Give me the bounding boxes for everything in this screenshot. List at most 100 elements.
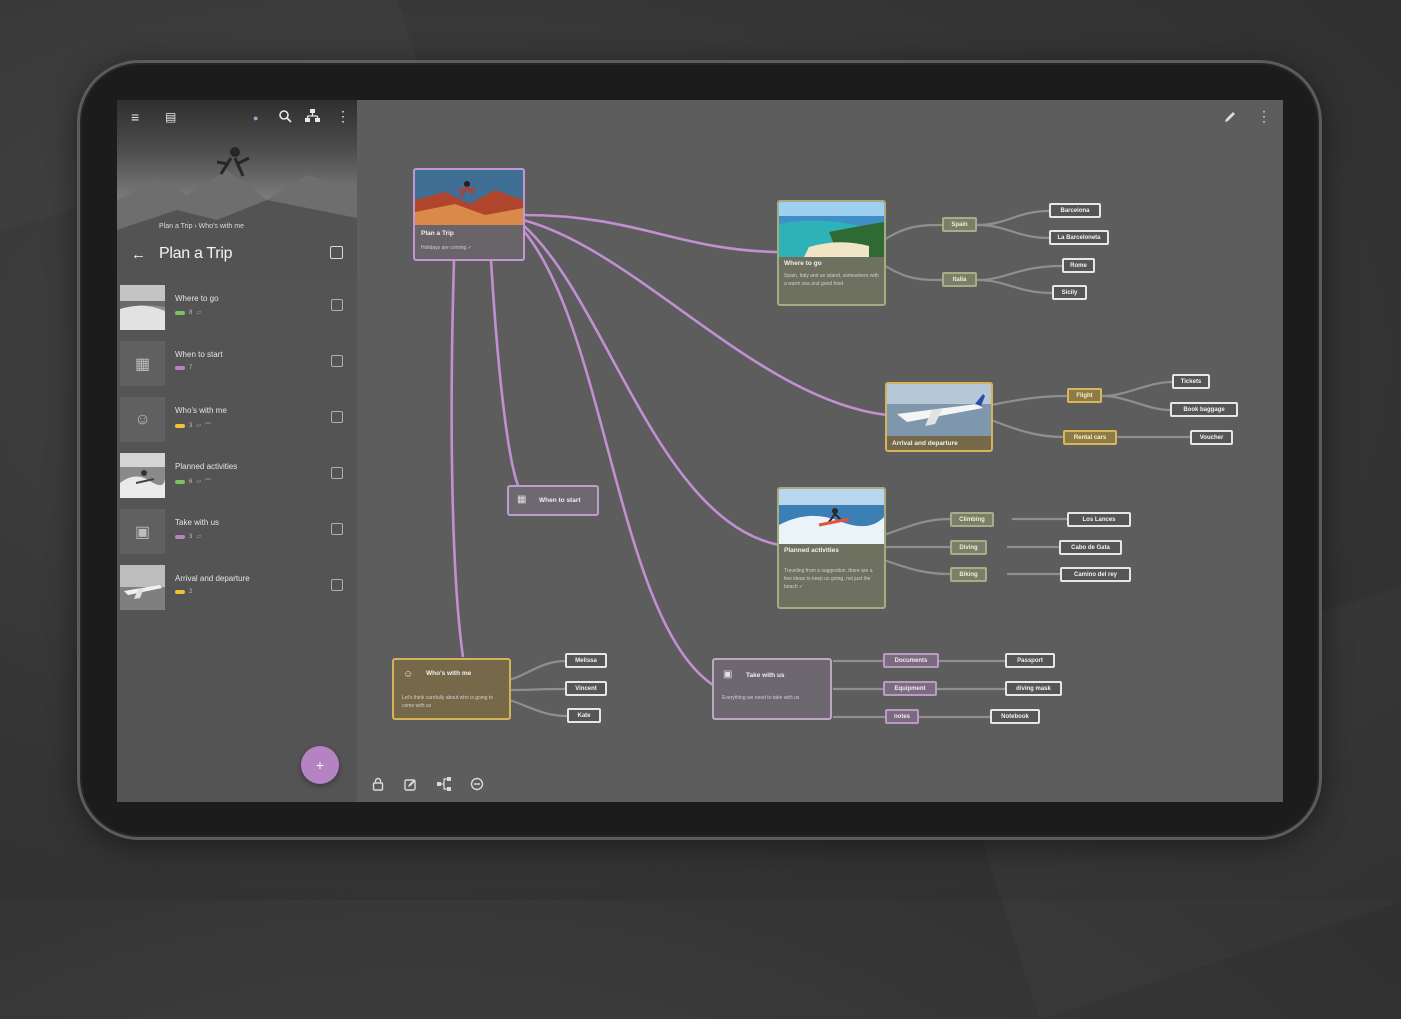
more-icon[interactable]: ⋮ xyxy=(1257,108,1271,125)
chip-melissa[interactable]: Melissa xyxy=(565,653,607,668)
chip-barcelona[interactable]: Barcelona xyxy=(1049,203,1101,218)
item-count: 2 xyxy=(189,589,193,595)
people-icon: ☺ xyxy=(403,669,414,680)
chip-flight[interactable]: Flight xyxy=(1067,388,1102,403)
root-node[interactable]: Plan a Trip Holidays are coming ✓ xyxy=(413,168,525,261)
calendar-thumbnail: ▦ xyxy=(120,341,165,386)
node-title: Where to go xyxy=(784,260,822,267)
edit-icon[interactable] xyxy=(331,523,343,535)
edit-icon[interactable] xyxy=(331,299,343,311)
chip-biking[interactable]: Biking xyxy=(950,567,987,582)
attachment-icon: ⌒ xyxy=(204,424,211,430)
mountain-photo xyxy=(117,147,357,278)
chip-voucher[interactable]: Voucher xyxy=(1190,430,1233,445)
people-icon: ☺ xyxy=(134,410,151,428)
item-count: 8 xyxy=(189,309,193,316)
branch-icon[interactable] xyxy=(437,777,451,791)
node-where-to-go[interactable]: Where to go Spain, Italy and an island, … xyxy=(777,200,886,306)
chip-book-baggage[interactable]: Book baggage xyxy=(1170,402,1238,417)
sidebar: ≡ ▤ ● ⋮ Plan a Trip › Who's with me ← Pl… xyxy=(117,100,357,802)
chip-sicily[interactable]: Sicily xyxy=(1052,285,1087,300)
note-icon: ▱ xyxy=(196,534,201,540)
chip-notebook[interactable]: Notebook xyxy=(990,709,1040,724)
attachment-icon: ⌒ xyxy=(204,480,211,486)
edit-icon[interactable] xyxy=(331,467,343,479)
chip-spain[interactable]: Spain xyxy=(942,217,977,232)
chip-documents[interactable]: Documents xyxy=(883,653,939,668)
edit-icon[interactable] xyxy=(331,355,343,367)
tag-green xyxy=(175,310,185,315)
tag-yellow xyxy=(175,423,185,428)
chip-la-barceloneta[interactable]: La Barceloneta xyxy=(1049,230,1109,245)
chip-los-lances[interactable]: Los Lances xyxy=(1067,512,1131,527)
pencil-icon[interactable] xyxy=(1223,110,1237,124)
tag-green xyxy=(175,479,185,484)
chip-cabo-de-gata[interactable]: Cabo de Gata xyxy=(1059,540,1122,555)
beach-thumbnail xyxy=(120,285,165,330)
edit-icon[interactable] xyxy=(331,579,343,591)
chip-equipment[interactable]: Equipment xyxy=(883,681,937,696)
chip-rental-cars[interactable]: Rental cars xyxy=(1063,430,1117,445)
node-arrival-and-departure[interactable]: Arrival and departure xyxy=(885,382,993,452)
node-whos-with-me[interactable]: ☺ Who's with me Let's think carefully ab… xyxy=(392,658,511,720)
zoom-out-icon[interactable] xyxy=(470,777,484,791)
item-meta: 6 ▱ ⌒ xyxy=(175,477,211,486)
node-title: Plan a Trip xyxy=(421,230,454,237)
item-meta: 3 ▱ xyxy=(175,533,201,540)
lock-icon[interactable] xyxy=(372,777,384,791)
chip-italia[interactable]: Italia xyxy=(942,272,977,287)
chip-camino-del-rey[interactable]: Camino del rey xyxy=(1060,567,1131,582)
add-button[interactable]: + xyxy=(301,746,339,784)
note-icon: ▱ xyxy=(196,310,201,316)
app-screen: ≡ ▤ ● ⋮ Plan a Trip › Who's with me ← Pl… xyxy=(117,100,1283,802)
calendar-icon: ▦ xyxy=(517,494,527,505)
node-take-with-us[interactable]: ▣ Take with us Everything we need to tak… xyxy=(712,658,832,720)
edit-icon[interactable] xyxy=(404,778,417,791)
more-icon[interactable]: ⋮ xyxy=(336,109,350,123)
chip-vincent[interactable]: Vincent xyxy=(565,681,607,696)
chip-diving-mask[interactable]: diving mask xyxy=(1005,681,1062,696)
item-meta: 8 ▱ xyxy=(175,309,201,316)
hierarchy-icon[interactable] xyxy=(305,109,320,123)
node-title: Take with us xyxy=(746,672,785,679)
chip-diving[interactable]: Diving xyxy=(950,540,987,555)
edit-icon[interactable] xyxy=(330,246,343,259)
view-icon[interactable]: ▤ xyxy=(165,110,176,124)
item-count: 3 xyxy=(189,533,193,540)
chip-rome[interactable]: Rome xyxy=(1062,258,1095,273)
node-title: Who's with me xyxy=(426,670,472,677)
search-icon[interactable] xyxy=(278,109,292,123)
item-title: Arrival and departure xyxy=(175,574,250,583)
sidebar-item-where-to-go[interactable]: Where to go 8 ▱ xyxy=(117,280,357,336)
node-title: Planned activities xyxy=(784,547,839,554)
item-title: Take with us xyxy=(175,518,220,527)
chip-passport[interactable]: Passport xyxy=(1005,653,1055,668)
chip-climbing[interactable]: Climbing xyxy=(950,512,994,527)
beach-photo xyxy=(779,202,884,257)
climber-photo xyxy=(415,170,523,225)
node-when-to-start[interactable]: ▦ When to start xyxy=(507,485,599,516)
item-title: Where to go xyxy=(175,294,219,303)
menu-icon[interactable]: ≡ xyxy=(131,110,139,124)
sidebar-item-arrival-and-departure[interactable]: Arrival and departure 2 xyxy=(117,560,357,616)
node-planned-activities[interactable]: Planned activities Traveling from a sugg… xyxy=(777,487,886,609)
node-description: Everything we need to take with us xyxy=(722,695,800,701)
chip-kate[interactable]: Kate xyxy=(567,708,601,723)
mind-map-canvas[interactable]: Plan a Trip Holidays are coming ✓ Where … xyxy=(357,100,1283,802)
dot-icon[interactable]: ● xyxy=(253,111,258,125)
chip-tickets[interactable]: Tickets xyxy=(1172,374,1210,389)
sidebar-item-whos-with-me[interactable]: ☺ Who's with me 3 ▱ ⌒ xyxy=(117,392,357,448)
breadcrumb[interactable]: Plan a Trip › Who's with me xyxy=(159,223,244,230)
edit-icon[interactable] xyxy=(331,411,343,423)
sidebar-item-when-to-start[interactable]: ▦ When to start 7 xyxy=(117,336,357,392)
sidebar-item-take-with-us[interactable]: ▣ Take with us 3 ▱ xyxy=(117,504,357,560)
surfer-photo xyxy=(779,489,884,544)
chip-notes[interactable]: notes xyxy=(885,709,919,724)
node-description: Spain, Italy and an island, somewhere wi… xyxy=(784,273,879,287)
surf-thumbnail xyxy=(120,453,165,498)
node-description: Holidays are coming ✓ xyxy=(421,245,472,251)
sidebar-item-planned-activities[interactable]: Planned activities 6 ▱ ⌒ xyxy=(117,448,357,504)
back-arrow-icon[interactable]: ← xyxy=(131,246,146,263)
plane-thumbnail xyxy=(120,565,165,610)
node-title: Arrival and departure xyxy=(892,440,958,447)
